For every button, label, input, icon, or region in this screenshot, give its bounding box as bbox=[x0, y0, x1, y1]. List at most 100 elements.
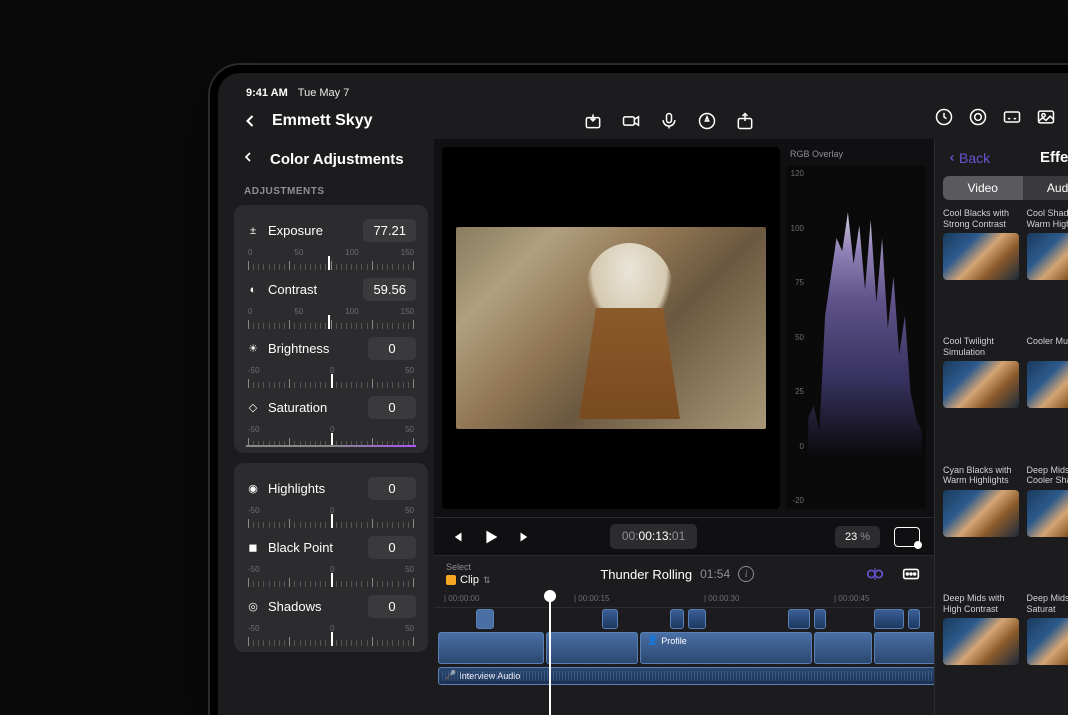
preset-thumbnail bbox=[943, 618, 1019, 665]
timeline-duration: 01:54 bbox=[700, 567, 730, 581]
adjustment-slider[interactable]: -50050 bbox=[246, 425, 416, 447]
adjustment-value[interactable]: 0 bbox=[368, 337, 416, 360]
playhead[interactable] bbox=[549, 592, 551, 715]
info-icon[interactable]: i bbox=[738, 566, 754, 582]
marker-clip[interactable] bbox=[476, 609, 494, 629]
clip[interactable] bbox=[688, 609, 706, 629]
effect-preset[interactable]: Cool Blacks with Strong Contrast bbox=[943, 208, 1019, 330]
status-bar: 9:41 AM Tue May 7 bbox=[228, 83, 1068, 103]
adjustment-brightness: ☀ Brightness 0 -50050 bbox=[234, 331, 428, 390]
back-chevron-icon[interactable] bbox=[240, 111, 260, 131]
timecode-display[interactable]: 00:00:13:01 bbox=[610, 524, 697, 549]
adjustment-saturation: ◇ Saturation 0 -50050 bbox=[234, 390, 428, 449]
share-icon[interactable] bbox=[735, 111, 755, 131]
scope-waveform bbox=[808, 199, 922, 457]
effect-preset[interactable]: Cool Twilight Simulation bbox=[943, 336, 1019, 458]
ruler-time: | 00:00:45 bbox=[834, 594, 869, 603]
timeline-ruler[interactable]: | 00:00:00 | 00:00:15 | 00:00:30 | 00:00:45… bbox=[434, 592, 934, 608]
voiceover-icon[interactable] bbox=[659, 111, 679, 131]
history-icon[interactable] bbox=[934, 107, 954, 127]
clip-color-icon bbox=[446, 575, 456, 585]
clip-selector[interactable]: Clip ⇅ bbox=[446, 574, 491, 586]
ruler-time: | 00:00:00 bbox=[444, 594, 479, 603]
video-clip[interactable] bbox=[546, 632, 638, 664]
effect-preset[interactable]: Deep Mids w Cooler Shad bbox=[1027, 465, 1068, 587]
adjustment-value[interactable]: 0 bbox=[368, 477, 416, 500]
tab-audio[interactable]: Audio bbox=[1023, 176, 1068, 200]
play-button[interactable] bbox=[480, 526, 502, 548]
zoom-percent[interactable]: 23% bbox=[835, 526, 880, 548]
effect-preset[interactable]: Deep Mids w High Saturat bbox=[1027, 593, 1068, 715]
effect-preset[interactable]: Cyan Blacks with Warm Highlights bbox=[943, 465, 1019, 587]
adjustment-value[interactable]: 0 bbox=[368, 396, 416, 419]
clip[interactable] bbox=[908, 609, 920, 629]
transport-bar: 00:00:13:01 23% bbox=[434, 517, 934, 555]
adjustment-slider[interactable]: 050100150 bbox=[246, 307, 416, 329]
ruler-time: | 00:00:30 bbox=[704, 594, 739, 603]
display-options-button[interactable] bbox=[894, 527, 920, 547]
preset-name: Cool Shadows Warm Highs bbox=[1027, 208, 1068, 230]
media-icon[interactable] bbox=[1036, 107, 1056, 127]
adjustment-value[interactable]: 77.21 bbox=[363, 219, 416, 242]
clip[interactable] bbox=[874, 609, 904, 629]
video-scopes: RGB Overlay 1201007550250-20 bbox=[786, 147, 926, 509]
adjustment-label: Black Point bbox=[268, 540, 368, 555]
adjustment-black-point: ◼ Black Point 0 -50050 bbox=[234, 530, 428, 589]
highlights-icon: ◉ bbox=[246, 482, 260, 496]
person-icon: 👤 bbox=[647, 635, 658, 646]
clip[interactable] bbox=[814, 609, 826, 629]
video-clip[interactable] bbox=[874, 632, 934, 664]
adjustment-value[interactable]: 0 bbox=[368, 536, 416, 559]
clip[interactable] bbox=[788, 609, 810, 629]
camera-icon[interactable] bbox=[621, 111, 641, 131]
video-clip[interactable]: 👤Profile bbox=[640, 632, 812, 664]
sidebar-back-icon[interactable] bbox=[240, 149, 256, 170]
timeline-tool-2-icon[interactable] bbox=[900, 563, 922, 585]
adjustment-label: Brightness bbox=[268, 341, 368, 356]
contrast-icon: ◐ bbox=[246, 283, 260, 297]
effect-preset[interactable]: Cooler Muted bbox=[1027, 336, 1068, 458]
next-frame-button[interactable] bbox=[516, 528, 534, 546]
video-clip[interactable] bbox=[438, 632, 544, 664]
timeline-tool-1-icon[interactable] bbox=[864, 563, 886, 585]
scopes-icon[interactable] bbox=[968, 107, 988, 127]
adjustment-slider[interactable]: -50050 bbox=[246, 366, 416, 388]
adjustment-shadows: ◎ Shadows 0 -50050 bbox=[234, 589, 428, 648]
preview-frame bbox=[456, 227, 767, 430]
adjustment-slider[interactable]: -50050 bbox=[246, 565, 416, 587]
prev-frame-button[interactable] bbox=[448, 528, 466, 546]
clip[interactable] bbox=[602, 609, 618, 629]
captions-icon[interactable] bbox=[1002, 107, 1022, 127]
preset-name: Deep Mids w Cooler Shad bbox=[1027, 465, 1068, 487]
video-preview[interactable] bbox=[442, 147, 780, 509]
effects-back-button[interactable]: Back bbox=[947, 150, 990, 166]
preset-name: Cool Twilight Simulation bbox=[943, 336, 1019, 358]
import-icon[interactable] bbox=[583, 111, 603, 131]
audio-clip[interactable]: 🎤Interview Audio bbox=[438, 667, 934, 685]
video-clip[interactable] bbox=[814, 632, 872, 664]
clip[interactable] bbox=[670, 609, 684, 629]
effect-preset[interactable]: Cool Shadows Warm Highs bbox=[1027, 208, 1068, 330]
effects-title: Effects bbox=[1040, 149, 1068, 166]
preset-thumbnail bbox=[1027, 361, 1068, 408]
adjustment-label: Shadows bbox=[268, 599, 368, 614]
tools-icon[interactable] bbox=[697, 111, 717, 131]
adjustment-slider[interactable]: -50050 bbox=[246, 506, 416, 528]
adjustment-value[interactable]: 0 bbox=[368, 595, 416, 618]
timeline: Select Clip ⇅ Thunder Rolling 01:54 i | … bbox=[434, 555, 934, 715]
preset-name: Cooler Muted bbox=[1027, 336, 1068, 358]
status-date: Tue May 7 bbox=[298, 87, 350, 99]
exposure-icon: ± bbox=[246, 224, 260, 238]
shadows-icon: ◎ bbox=[246, 600, 260, 614]
adjustment-label: Exposure bbox=[268, 223, 363, 238]
adjustment-label: Contrast bbox=[268, 282, 363, 297]
adjustment-slider[interactable]: 050100150 bbox=[246, 248, 416, 270]
adjustment-slider[interactable]: -50050 bbox=[246, 624, 416, 646]
adjustment-label: Saturation bbox=[268, 400, 368, 415]
ruler-time: | 00:00:15 bbox=[574, 594, 609, 603]
timeline-tracks[interactable]: 👤Profile 🎤Interview Audio bbox=[434, 608, 934, 715]
adjustment-value[interactable]: 59.56 bbox=[363, 278, 416, 301]
timeline-title: Thunder Rolling bbox=[600, 567, 692, 582]
tab-video[interactable]: Video bbox=[943, 176, 1023, 200]
effect-preset[interactable]: Deep Mids with High Contrast bbox=[943, 593, 1019, 715]
